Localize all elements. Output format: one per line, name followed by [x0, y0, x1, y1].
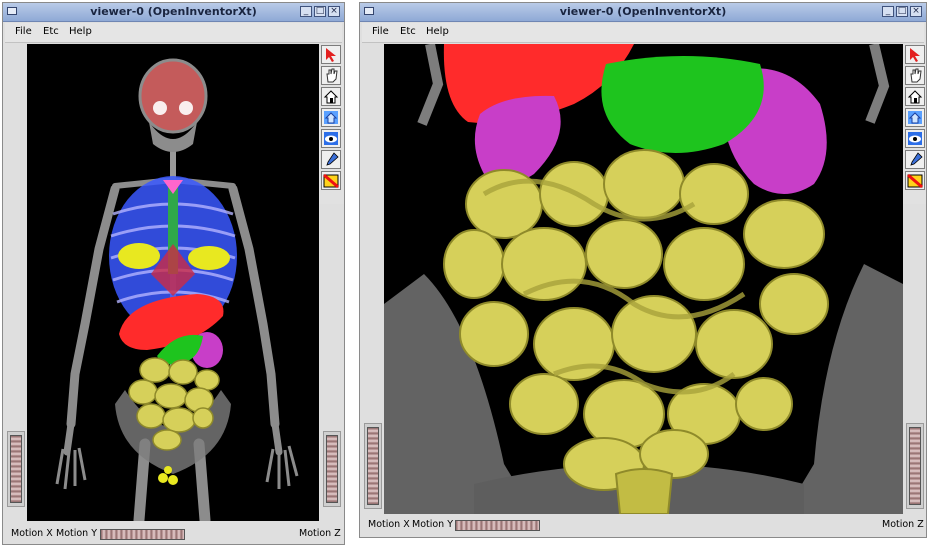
- hand-view-icon[interactable]: [321, 66, 341, 85]
- abdomen-model-render: [384, 44, 903, 514]
- viewer-window-left: viewer-0 (OpenInventorXt) _ □ × File Etc…: [2, 2, 345, 545]
- maximize-icon[interactable]: □: [896, 6, 908, 17]
- motion-z-wheel[interactable]: [326, 435, 338, 503]
- 3d-viewport[interactable]: [384, 44, 903, 514]
- motion-x-label: Motion X: [368, 519, 410, 530]
- home-icon[interactable]: [321, 87, 341, 106]
- motion-z-label: Motion Z: [299, 528, 341, 539]
- motion-y-label: Motion Y: [56, 528, 98, 539]
- motion-y-wheel[interactable]: [455, 520, 540, 531]
- view-all-eye-icon[interactable]: [321, 129, 341, 148]
- menu-help[interactable]: Help: [69, 26, 92, 37]
- menu-etc[interactable]: Etc: [400, 26, 416, 37]
- menu-etc[interactable]: Etc: [43, 26, 59, 37]
- motion-x-wheel[interactable]: [10, 435, 22, 503]
- viewer-toolbar: [903, 44, 926, 204]
- set-home-icon[interactable]: [905, 108, 925, 127]
- select-arrow-icon[interactable]: [905, 45, 925, 64]
- motion-x-wheel[interactable]: [367, 427, 379, 505]
- window-title: viewer-0 (OpenInventorXt): [90, 5, 257, 18]
- projection-icon[interactable]: [905, 171, 925, 190]
- hand-view-icon[interactable]: [905, 66, 925, 85]
- 3d-viewport[interactable]: [27, 44, 319, 521]
- motion-y-label: Motion Y: [412, 519, 454, 530]
- motion-y-wheel[interactable]: [100, 529, 185, 540]
- maximize-icon[interactable]: □: [314, 6, 326, 17]
- viewer-toolbar: [319, 44, 344, 204]
- skeleton-model-render: [55, 58, 299, 521]
- menu-bar: File Etc Help: [362, 23, 924, 43]
- select-arrow-icon[interactable]: [321, 45, 341, 64]
- title-bar[interactable]: viewer-0 (OpenInventorXt) _ □ ×: [3, 3, 344, 22]
- close-icon[interactable]: ×: [910, 6, 922, 17]
- title-bar[interactable]: viewer-0 (OpenInventorXt) _ □ ×: [360, 3, 926, 22]
- seek-icon[interactable]: [905, 150, 925, 169]
- menu-bar: File Etc Help: [5, 23, 342, 43]
- minimize-icon[interactable]: _: [300, 6, 312, 17]
- motion-z-wheel[interactable]: [909, 427, 921, 505]
- view-all-eye-icon[interactable]: [905, 129, 925, 148]
- home-icon[interactable]: [905, 87, 925, 106]
- menu-file[interactable]: File: [372, 26, 389, 37]
- viewer-window-right: viewer-0 (OpenInventorXt) _ □ × File Etc…: [359, 2, 927, 538]
- projection-icon[interactable]: [321, 171, 341, 190]
- minimize-icon[interactable]: _: [882, 6, 894, 17]
- motion-x-label: Motion X: [11, 528, 53, 539]
- seek-icon[interactable]: [321, 150, 341, 169]
- motion-z-label: Motion Z: [882, 519, 924, 530]
- menu-help[interactable]: Help: [426, 26, 449, 37]
- close-icon[interactable]: ×: [328, 6, 340, 17]
- set-home-icon[interactable]: [321, 108, 341, 127]
- window-title: viewer-0 (OpenInventorXt): [559, 5, 727, 18]
- menu-file[interactable]: File: [15, 26, 32, 37]
